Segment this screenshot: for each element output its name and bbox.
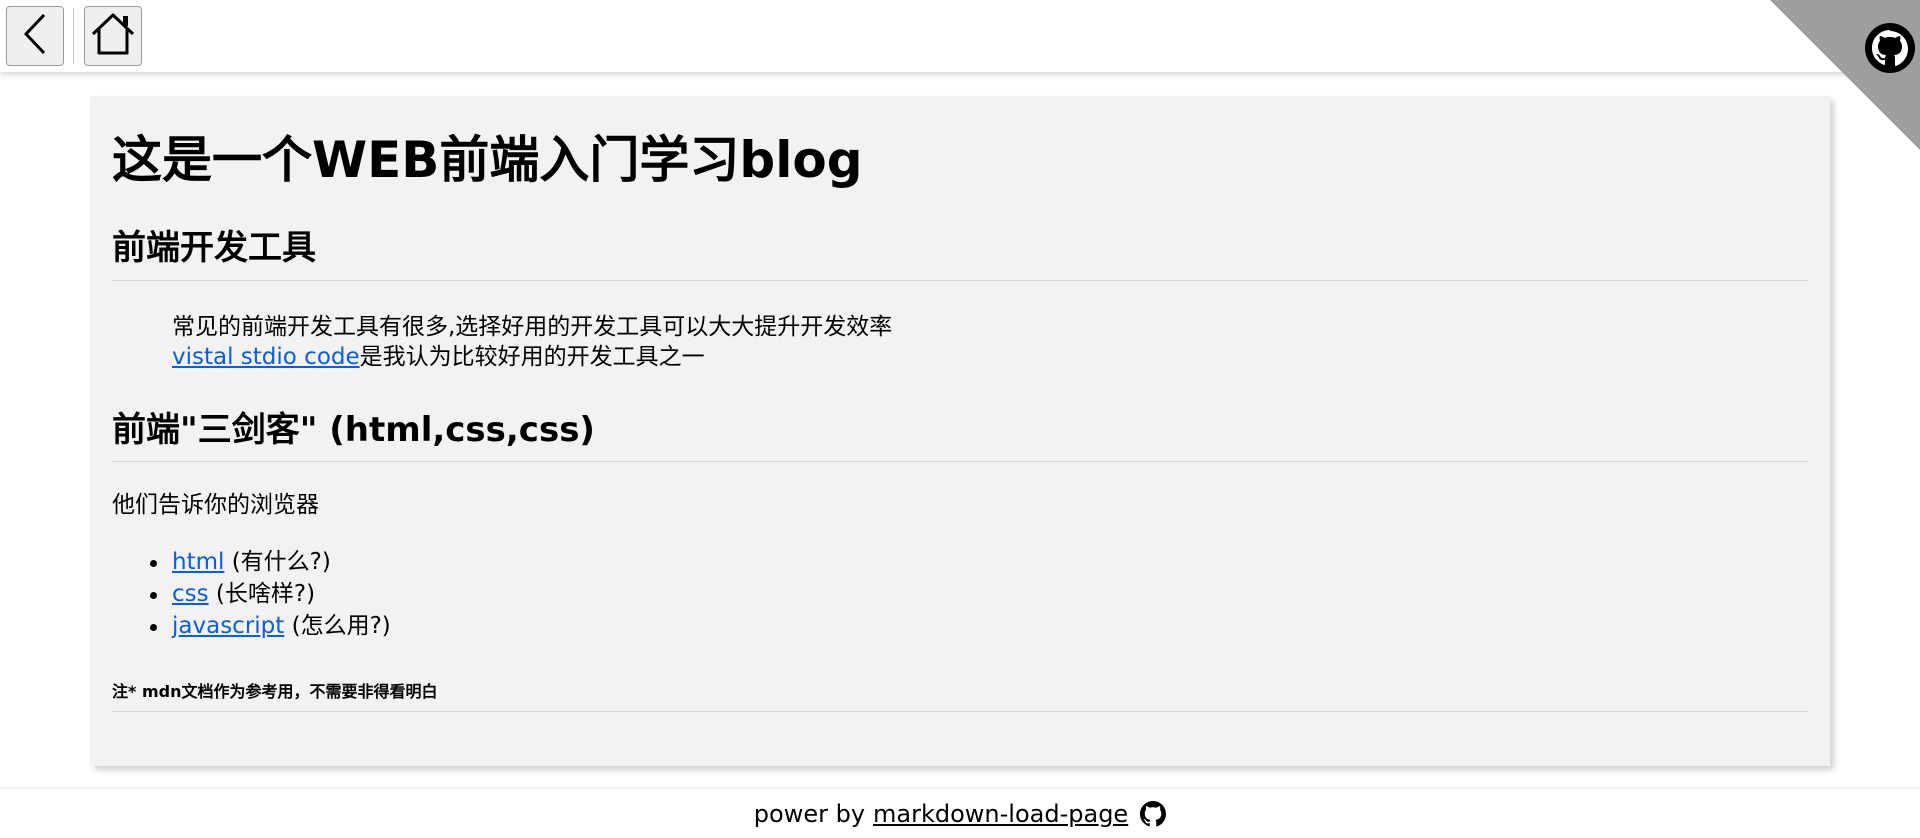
list-item: javascript (怎么用?) [150,610,391,642]
content-panel: 这是一个WEB前端入门学习blog 前端开发工具 常见的前端开发工具有很多,选择… [90,96,1830,766]
home-icon [90,12,136,60]
list-item: css (长啥样?) [150,578,391,610]
section-heading-tools: 前端开发工具 [112,228,316,268]
css-link[interactable]: css [172,581,209,607]
back-button[interactable] [6,6,64,66]
heading-rule [112,461,1808,462]
home-button[interactable] [84,6,142,66]
blockquote-line-1: 常见的前端开发工具有很多,选择好用的开发工具可以大大提升开发效率 [172,314,893,340]
footer-prefix: power by [753,799,866,828]
blockquote-line-2: vistal stdio code是我认为比较好用的开发工具之一 [172,342,705,373]
nav-divider [73,8,74,64]
tech-list: html (有什么?) css (长啥样?) javascript (怎么用?) [150,546,391,642]
page-title: 这是一个WEB前端入门学习blog [112,131,863,189]
list-item-note: (长啥样?) [208,581,316,607]
footnote: 注* mdn文档作为参考用，不需要非得看明白 [112,682,438,701]
section-intro: 他们告诉你的浏览器 [112,492,319,518]
footer-project-link[interactable]: markdown-load-page [873,800,1128,828]
list-item-note: (怎么用?) [284,613,391,639]
html-link[interactable]: html [172,549,224,575]
footnote-rule [112,711,1808,712]
section-heading-trio: 前端"三剑客" (html,css,css) [112,410,595,450]
blockquote-line-2-text: 是我认为比较好用的开发工具之一 [359,344,705,370]
github-icon[interactable] [1140,800,1167,827]
footer: power by markdown-load-page [0,789,1920,838]
github-corner-link[interactable] [1770,0,1920,150]
github-corner-icon [1770,0,1920,150]
list-item-note: (有什么?) [224,549,331,575]
javascript-link[interactable]: javascript [172,613,284,639]
top-bar [0,0,1920,72]
list-item: html (有什么?) [150,546,391,578]
chevron-left-icon [18,11,52,61]
vscode-link[interactable]: vistal stdio code [172,344,360,370]
heading-rule [112,280,1808,281]
